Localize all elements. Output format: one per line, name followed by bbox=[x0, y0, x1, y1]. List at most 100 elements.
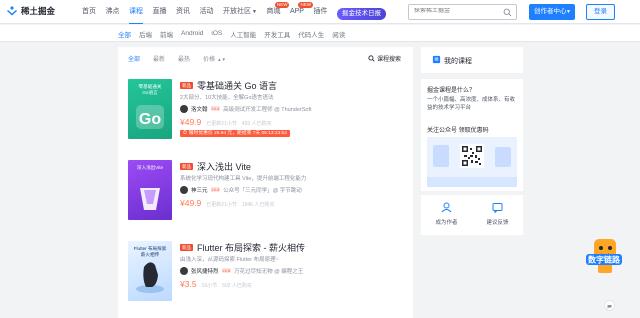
avatar[interactable] bbox=[180, 104, 188, 113]
filter-3[interactable]: 价格 ▲▼ bbox=[203, 54, 226, 63]
feedback-button[interactable]: 建议反馈 bbox=[472, 195, 523, 235]
nav-item-6[interactable]: 开放社区▼ bbox=[223, 0, 257, 24]
nav-item-label: 插件 bbox=[313, 8, 328, 15]
filter-0[interactable]: 全部 bbox=[128, 54, 140, 63]
nav-item-2[interactable]: 课程 bbox=[129, 0, 143, 24]
nav-item-label: 资讯 bbox=[176, 8, 190, 15]
category-tab-1[interactable]: 后端 bbox=[139, 29, 152, 39]
nav-item-3[interactable]: 直播 bbox=[153, 0, 167, 24]
nav-item-label: 课程 bbox=[129, 8, 143, 15]
my-course-card[interactable]: 我的课程 bbox=[421, 47, 523, 73]
nav-item-1[interactable]: 沸点 bbox=[106, 0, 120, 24]
title-row: 新品 深入浅出 Vite bbox=[180, 160, 408, 172]
author-role: 万花过尽知无物 @ 编程之王 bbox=[234, 268, 304, 275]
promo-wrap: 掘金技术日报 bbox=[336, 0, 386, 24]
search-icon bbox=[368, 55, 375, 62]
filter-2[interactable]: 最热 bbox=[178, 54, 190, 63]
filter-1[interactable]: 最新 bbox=[153, 54, 165, 63]
cover-title: 零基础通关 Go语言 bbox=[138, 84, 162, 95]
cover-title: Flutter 布局探索 薪火相传 bbox=[133, 246, 167, 257]
course-info: 新品 Flutter 布局探索 - 薪火相传 由浅入深，从源码探索 Flutter … bbox=[180, 241, 408, 289]
new-badge: NEW bbox=[298, 2, 313, 8]
category-tab-4[interactable]: iOS bbox=[211, 30, 222, 37]
nav-item-4[interactable]: 资讯 bbox=[176, 0, 190, 24]
filter-bar: 全部 最新 最热 价格 ▲▼ bbox=[128, 54, 239, 63]
nav-item-label: 首页 bbox=[82, 8, 96, 15]
nav-item-label: 商城 bbox=[266, 8, 281, 15]
nav-item-label: 活动 bbox=[199, 8, 214, 15]
search-box[interactable] bbox=[408, 4, 517, 20]
promo-badge[interactable]: 掘金技术日报 bbox=[336, 8, 386, 20]
action-label: 建议反馈 bbox=[486, 220, 509, 226]
category-tab-6[interactable]: 开发工具 bbox=[264, 29, 290, 39]
course-cover[interactable]: Go 零基础通关 Go语言 bbox=[128, 79, 172, 139]
course-item[interactable]: Go 零基础通关 Go语言 新品 零基础通关 Go 语言 2大部分、10大技能，全解Go… bbox=[128, 79, 408, 141]
author-role: 高级测试开发工程师 @ ThunderSoft bbox=[223, 106, 312, 113]
promo-description: 一个小篇幅、高浓度、成体系、有收益的技术学习平台 bbox=[427, 97, 516, 111]
filter-label: 价格 bbox=[203, 57, 216, 63]
category-tab-7[interactable]: 代码人生 bbox=[298, 29, 324, 39]
avatar[interactable] bbox=[180, 185, 188, 194]
course-title[interactable]: 零基础通关 Go 语言 bbox=[197, 79, 277, 92]
author-name[interactable]: 张风捷特烈 bbox=[191, 267, 219, 275]
course-title[interactable]: Flutter 布局探索 - 薪火相传 bbox=[197, 241, 305, 254]
title-row: 新品 零基础通关 Go 语言 bbox=[180, 79, 408, 91]
nav-item-9[interactable]: 插件 bbox=[313, 0, 327, 24]
sort-icon: ▲▼ bbox=[217, 57, 226, 62]
new-tag: 新品 bbox=[180, 81, 193, 89]
course-description: 2大部分、10大技能，全解Go语言语法 bbox=[180, 95, 274, 101]
mascot-badge[interactable]: 数字链路 bbox=[584, 235, 624, 277]
new-tag: 新品 bbox=[180, 243, 193, 251]
avatar[interactable] bbox=[180, 266, 188, 275]
category-tab-0[interactable]: 全部 bbox=[118, 29, 131, 39]
my-course-label: 我的课程 bbox=[444, 58, 472, 65]
filter-label: 最新 bbox=[153, 57, 166, 63]
course-price: ¥49.9 bbox=[180, 117, 202, 127]
cover-title: 深入浅出Vite bbox=[136, 165, 164, 170]
category-tab-2[interactable]: 前端 bbox=[160, 29, 173, 39]
qr-code-panel bbox=[427, 137, 517, 187]
course-list-panel: 全部 最新 最热 价格 ▲▼ 课程搜索 Go 零基础通关 Go语言 新品 零基础通关 Go 语… bbox=[118, 47, 413, 318]
juejin-logo[interactable]: 稀土掘金 bbox=[6, 5, 55, 17]
search-icon[interactable] bbox=[503, 8, 512, 17]
title-row: 新品 Flutter 布局探索 - 薪火相传 bbox=[180, 241, 408, 253]
category-tab-5[interactable]: 人工智能 bbox=[230, 29, 256, 39]
course-item[interactable]: Flutter 布局探索 薪火相传 新品 Flutter 布局探索 - 薪火相传 由浅… bbox=[128, 241, 408, 303]
course-search-button[interactable]: 课程搜索 bbox=[368, 54, 401, 63]
creator-center-button[interactable]: 创作者中心 ▼ bbox=[529, 4, 575, 20]
course-cover[interactable]: 深入浅出Vite bbox=[128, 160, 172, 220]
discount-banner[interactable]: ⏱ 限时优惠价 29.94 元，距结束 7天 06:13:23:52 bbox=[180, 130, 290, 137]
logo-text: 稀土掘金 bbox=[21, 6, 56, 16]
category-tab-8[interactable]: 阅读 bbox=[332, 29, 345, 39]
nav-item-8[interactable]: APP NEW bbox=[289, 0, 313, 24]
login-button[interactable]: 登录 bbox=[586, 4, 615, 20]
become-author-button[interactable]: 成为作者 bbox=[421, 195, 472, 235]
chevron-down-icon: ▼ bbox=[252, 9, 257, 15]
feedback-icon bbox=[492, 203, 503, 213]
search-input[interactable] bbox=[414, 8, 499, 14]
nav-item-label: 沸点 bbox=[105, 8, 120, 15]
nav-item-label: APP bbox=[289, 8, 304, 15]
nav-item-7[interactable]: 商城 NEW bbox=[266, 0, 290, 24]
main-nav: 首页 沸点 课程 直播 资讯 活动 开放社区▼ 商城 NEW APP NEW 插件 掘金技术日报 bbox=[82, 0, 386, 24]
category-tab-3[interactable]: Android bbox=[181, 30, 203, 37]
course-item[interactable]: 深入浅出Vite 新品 深入浅出 Vite 系统化学习现代构建工具 Vite，提升前端… bbox=[128, 160, 408, 222]
juejin-logo-icon bbox=[7, 6, 17, 16]
help-button[interactable] bbox=[604, 300, 615, 311]
nav-item-label: 开放社区 bbox=[223, 8, 251, 15]
user-icon bbox=[441, 202, 452, 213]
mascot-label: 数字链路 bbox=[588, 255, 621, 265]
nav-item-0[interactable]: 首页 bbox=[82, 0, 96, 24]
new-tag: 新品 bbox=[180, 162, 193, 170]
author-name[interactable]: 洛文翰 bbox=[191, 105, 208, 113]
course-title[interactable]: 深入浅出 Vite bbox=[197, 160, 251, 173]
action-label: 成为作者 bbox=[435, 220, 458, 226]
author-name[interactable]: 神三元 bbox=[191, 186, 208, 194]
updated-count: 已更新21小节 bbox=[206, 202, 237, 208]
filter-label: 全部 bbox=[128, 57, 141, 63]
author-row: 神三元 LV.4 公众号「三元同学」@ 字节跳动 bbox=[180, 185, 408, 194]
qr-code-image bbox=[460, 144, 484, 168]
author-role: 公众号「三元同学」@ 字节跳动 bbox=[223, 187, 302, 194]
nav-item-5[interactable]: 活动 bbox=[200, 0, 214, 24]
course-cover[interactable]: Flutter 布局探索 薪火相传 bbox=[128, 241, 172, 301]
